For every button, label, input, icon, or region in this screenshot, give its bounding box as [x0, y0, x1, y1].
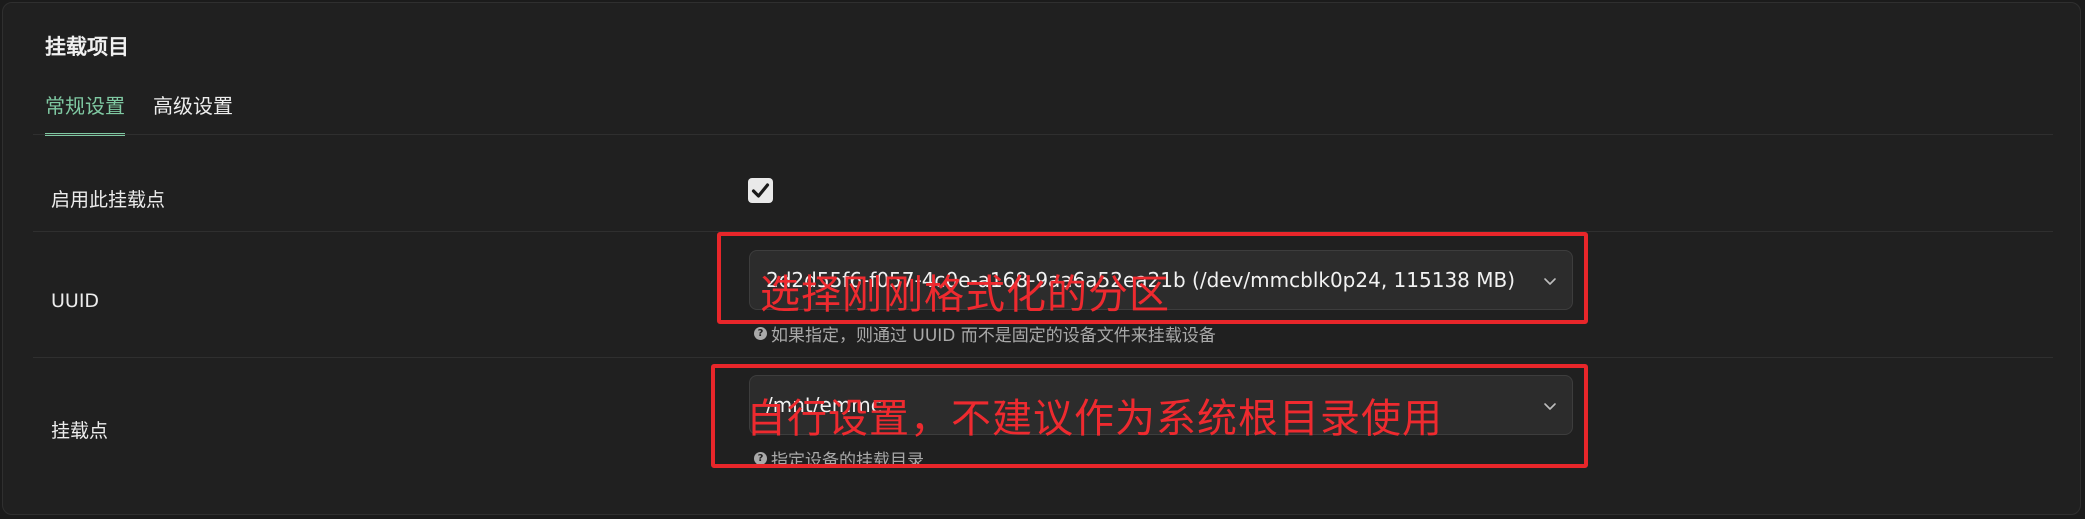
- row-divider: [33, 357, 2053, 358]
- mountpoint-label: 挂载点: [51, 420, 109, 442]
- tabs-divider: [33, 134, 2053, 135]
- uuid-hint-text: 如果指定，则通过 UUID 而不是固定的设备文件来挂载设备: [771, 326, 1216, 346]
- uuid-label: UUID: [51, 290, 100, 312]
- enable-mount-checkbox[interactable]: [748, 178, 773, 203]
- uuid-hint: ? 如果指定，则通过 UUID 而不是固定的设备文件来挂载设备: [754, 321, 1216, 346]
- check-icon: [751, 183, 770, 198]
- tab-bar: 常规设置 高级设置: [45, 91, 261, 136]
- section-title: 挂载项目: [45, 35, 129, 59]
- tab-general-settings[interactable]: 常规设置: [45, 91, 125, 136]
- tab-advanced-settings[interactable]: 高级设置: [153, 91, 233, 133]
- question-circle-icon: ?: [754, 327, 767, 340]
- enable-mount-label: 启用此挂载点: [51, 189, 166, 211]
- annotation-text-uuid: 选择刚刚格式化的分区: [760, 272, 1170, 318]
- annotation-text-mountpoint: 自行设置，不建议作为系统根目录使用: [746, 396, 1443, 442]
